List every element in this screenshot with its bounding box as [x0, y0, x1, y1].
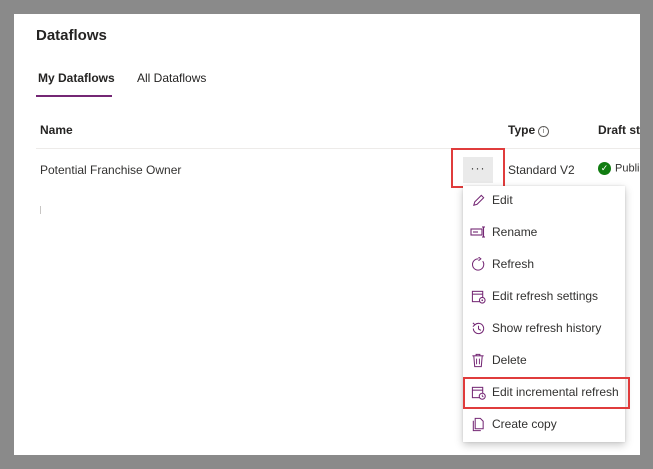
menu-item-rename[interactable]: Rename	[463, 218, 625, 246]
menu-item-refresh[interactable]: Refresh	[463, 250, 625, 278]
trash-icon	[470, 352, 486, 368]
history-icon	[470, 320, 486, 336]
draft-status: ✓ Publi	[598, 162, 639, 175]
menu-item-label: Show refresh history	[492, 321, 602, 335]
menu-item-label: Rename	[492, 225, 538, 239]
rename-icon	[470, 224, 486, 240]
menu-item-show-refresh-history[interactable]: Show refresh history	[463, 314, 625, 342]
page-title: Dataflows	[36, 27, 107, 44]
dataflows-window: Dataflows My Dataflows All Dataflows Nam…	[14, 14, 640, 455]
menu-item-edit-refresh-settings[interactable]: Edit refresh settings	[463, 282, 625, 310]
menu-item-label: Delete	[492, 353, 527, 367]
active-tab-underline	[36, 95, 112, 97]
highlight-box-incremental-refresh	[463, 377, 630, 409]
copy-icon	[470, 416, 486, 432]
column-header-draft-status[interactable]: Draft sta	[598, 123, 640, 137]
column-header-type-label: Type	[508, 123, 536, 137]
pencil-icon	[470, 192, 486, 208]
menu-item-label: Edit refresh settings	[492, 289, 599, 303]
menu-item-create-copy[interactable]: Create copy	[463, 410, 625, 438]
draft-status-label: Publi	[615, 162, 640, 175]
column-header-name[interactable]: Name	[40, 123, 73, 137]
calendar-settings-icon	[470, 288, 486, 304]
menu-item-label: Refresh	[492, 257, 535, 271]
info-icon[interactable]: i	[538, 126, 550, 137]
highlight-box-more-options	[451, 148, 505, 188]
tab-my-dataflows[interactable]: My Dataflows	[38, 71, 115, 85]
tab-all-dataflows[interactable]: All Dataflows	[137, 71, 206, 85]
menu-item-label: Create copy	[492, 417, 557, 431]
menu-item-edit[interactable]: Edit	[463, 186, 625, 214]
dataflow-name[interactable]: Potential Franchise Owner	[40, 163, 181, 177]
menu-item-delete[interactable]: Delete	[463, 346, 625, 374]
menu-item-label: Edit	[492, 193, 513, 207]
check-circle-icon: ✓	[598, 162, 611, 175]
header-divider	[36, 148, 640, 149]
column-header-type[interactable]: Type i	[508, 123, 550, 137]
text-cursor	[40, 206, 41, 214]
refresh-icon	[470, 256, 486, 272]
dataflow-type: Standard V2	[508, 163, 575, 177]
